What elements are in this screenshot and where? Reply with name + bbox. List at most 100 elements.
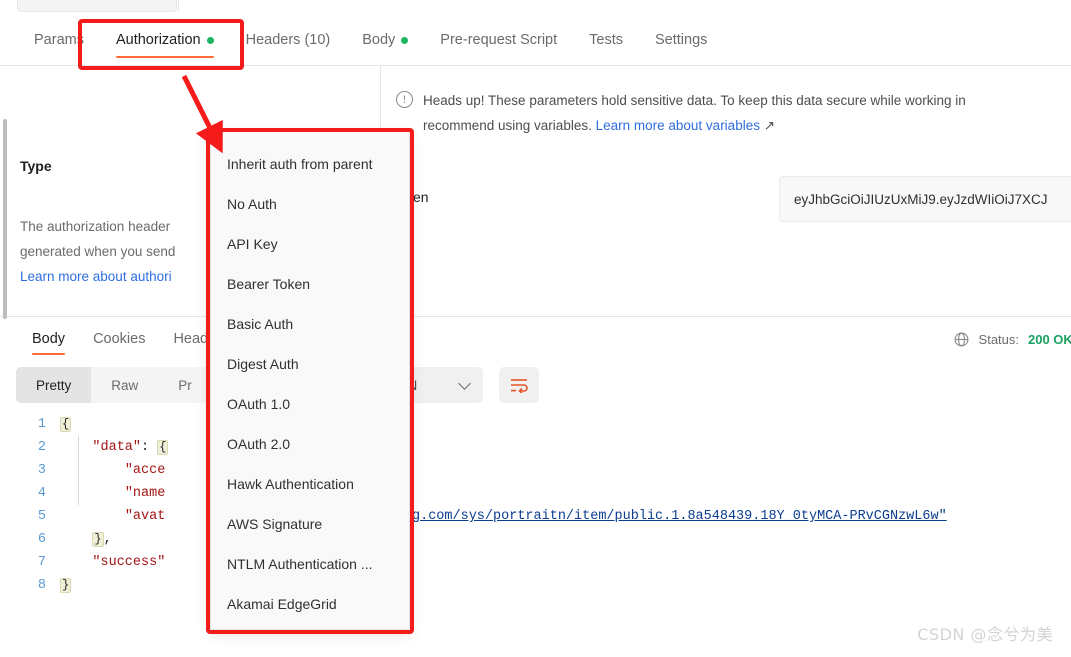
tab-body[interactable]: Body: [346, 14, 424, 66]
line-number: 5: [37, 509, 46, 524]
dropdown-item-akamai-edgegrid[interactable]: Akamai EdgeGrid: [211, 584, 409, 624]
code-line: 2 "data": {: [0, 436, 1071, 459]
line-number: 2: [37, 440, 46, 455]
line-number: 3: [37, 463, 46, 478]
warning-circle-icon: !: [396, 91, 413, 108]
line-number: 6: [37, 532, 46, 547]
tab-tests-label: Tests: [589, 32, 623, 48]
dropdown-item-ntlm-authentication[interactable]: NTLM Authentication ...: [211, 544, 409, 584]
view-mode-preview-label: Pr: [178, 377, 192, 393]
view-mode-segmented-control: Pretty Raw Pr: [16, 367, 212, 403]
chevron-down-icon: [458, 376, 471, 390]
dropdown-item-basic-auth[interactable]: Basic Auth: [211, 304, 409, 344]
tab-body-label: Body: [362, 32, 396, 48]
dropdown-item-oauth-1-0[interactable]: OAuth 1.0: [211, 384, 409, 424]
dropdown-item-label: OAuth 2.0: [227, 436, 291, 452]
external-link-arrow-icon: ↗: [763, 118, 776, 133]
code-line: 6 },: [0, 528, 1071, 551]
sensitive-data-notice: ! Heads up! These parameters hold sensit…: [396, 88, 1071, 138]
view-mode-preview[interactable]: Pr: [158, 367, 212, 403]
response-tab-body[interactable]: Body: [18, 317, 79, 361]
dropdown-item-label: No Auth: [227, 196, 277, 212]
view-mode-raw[interactable]: Raw: [91, 367, 158, 403]
view-mode-pretty[interactable]: Pretty: [16, 367, 92, 403]
notice-text-line2: recommend using variables.: [423, 118, 592, 133]
auth-learn-more-link[interactable]: Learn more about authori: [20, 269, 172, 284]
line-number: 7: [37, 555, 46, 570]
response-tabs: Body Cookies Headers: [18, 317, 242, 361]
tab-params[interactable]: Params: [18, 14, 100, 66]
left-scrollbar[interactable]: [3, 119, 7, 319]
tab-settings-label: Settings: [655, 32, 708, 48]
dropdown-item-api-key[interactable]: API Key: [211, 224, 409, 264]
line-number: 4: [37, 486, 46, 501]
code-text: "data": {: [92, 440, 169, 455]
line-number: 8: [37, 578, 46, 593]
response-tab-body-label: Body: [32, 331, 66, 347]
response-panel: Body Cookies Headers Status: 200 OK Tim …: [0, 316, 1071, 657]
top-partial-divider: [178, 0, 179, 12]
response-status-bar: Status: 200 OK Tim: [953, 317, 1071, 361]
auth-type-dropdown-menu: Inherit auth from parent No Auth API Key…: [210, 131, 410, 630]
dropdown-item-bearer-token[interactable]: Bearer Token: [211, 264, 409, 304]
tab-authorization-label: Authorization: [115, 32, 201, 48]
code-indent-guide: [78, 436, 79, 505]
tab-settings[interactable]: Settings: [639, 14, 723, 66]
code-text: "name: [124, 486, 166, 501]
code-text: }: [60, 578, 72, 593]
dropdown-item-label: Inherit auth from parent: [227, 156, 373, 172]
tab-headers[interactable]: Headers (10): [230, 14, 347, 66]
view-mode-pretty-label: Pretty: [36, 377, 72, 393]
dropdown-item-label: NTLM Authentication ...: [227, 556, 373, 572]
word-wrap-button[interactable]: [499, 367, 539, 403]
body-status-dot-icon: [401, 36, 409, 44]
tab-params-label: Params: [34, 32, 84, 48]
dropdown-item-label: OAuth 1.0: [227, 396, 291, 412]
sensitive-data-notice-text: Heads up! These parameters hold sensitiv…: [423, 88, 1071, 138]
token-input-value: eyJhbGciOiJIUzUxMiJ9.eyJzdWIiOiJ7XCJ: [794, 191, 1048, 207]
code-text: "success": [92, 555, 166, 570]
response-body-code[interactable]: 1 { 2 "data": { 3 "acce 4 "name 5 "avat: [0, 413, 1071, 657]
dropdown-item-label: AWS Signature: [227, 516, 323, 532]
dropdown-item-oauth-2-0[interactable]: OAuth 2.0: [211, 424, 409, 464]
code-line: 8 }: [0, 574, 1071, 597]
globe-icon: [954, 332, 968, 346]
dropdown-item-no-auth[interactable]: No Auth: [211, 184, 409, 224]
tab-headers-label: Headers (10): [245, 32, 331, 48]
auth-type-label: Type: [20, 158, 52, 174]
tab-pre-request-script[interactable]: Pre-request Script: [424, 14, 573, 66]
dropdown-item-inherit-auth-from-parent[interactable]: Inherit auth from parent: [211, 144, 409, 184]
dropdown-item-label: Hawk Authentication: [227, 476, 354, 492]
top-partial-strip: [0, 0, 1071, 14]
word-wrap-icon: [511, 379, 528, 393]
dropdown-item-digest-auth[interactable]: Digest Auth: [211, 344, 409, 384]
dropdown-item-label: Digest Auth: [227, 356, 299, 372]
code-text: {: [60, 417, 72, 432]
postman-request-screen: Params Authorization Headers (10) Body P…: [0, 0, 1071, 657]
code-line: 4 "name: [0, 482, 1071, 505]
dropdown-item-label: API Key: [227, 236, 278, 252]
tab-authorization[interactable]: Authorization: [100, 14, 230, 66]
auth-info-column: ! Heads up! These parameters hold sensit…: [382, 66, 1071, 315]
status-badge: 200 OK: [1028, 331, 1071, 347]
variables-learn-more-link[interactable]: Learn more about variables: [596, 118, 760, 133]
code-avatar-url-tail: g.com/sys/portraitn/item/public.1.8a5484…: [412, 505, 947, 528]
code-text: "acce: [124, 463, 166, 478]
dropdown-item-label: Bearer Token: [227, 276, 311, 292]
response-tab-cookies-label: Cookies: [93, 331, 146, 347]
code-line: 3 "acce: [0, 459, 1071, 482]
view-mode-raw-label: Raw: [111, 377, 139, 393]
request-tabs: Params Authorization Headers (10) Body P…: [18, 14, 723, 66]
dropdown-top-padding: [211, 132, 409, 144]
authorization-panel: Type Bearer Token The authorization head…: [0, 66, 1071, 315]
status-dot-icon: [206, 36, 214, 44]
token-input[interactable]: eyJhbGciOiJIUzUxMiJ9.eyJzdWIiOiJ7XCJ: [779, 176, 1071, 222]
dropdown-item-label: Akamai EdgeGrid: [227, 596, 337, 612]
response-tab-cookies[interactable]: Cookies: [79, 317, 159, 361]
request-tab-bar: Params Authorization Headers (10) Body P…: [0, 14, 1071, 66]
tab-tests[interactable]: Tests: [573, 14, 639, 66]
dropdown-item-hawk-authentication[interactable]: Hawk Authentication: [211, 464, 409, 504]
notice-text-line1: Heads up! These parameters hold sensitiv…: [423, 93, 966, 108]
token-field-row: ken eyJhbGciOiJIUzUxMiJ9.eyJzdWIiOiJ7XCJ: [396, 176, 1071, 226]
dropdown-item-aws-signature[interactable]: AWS Signature: [211, 504, 409, 544]
